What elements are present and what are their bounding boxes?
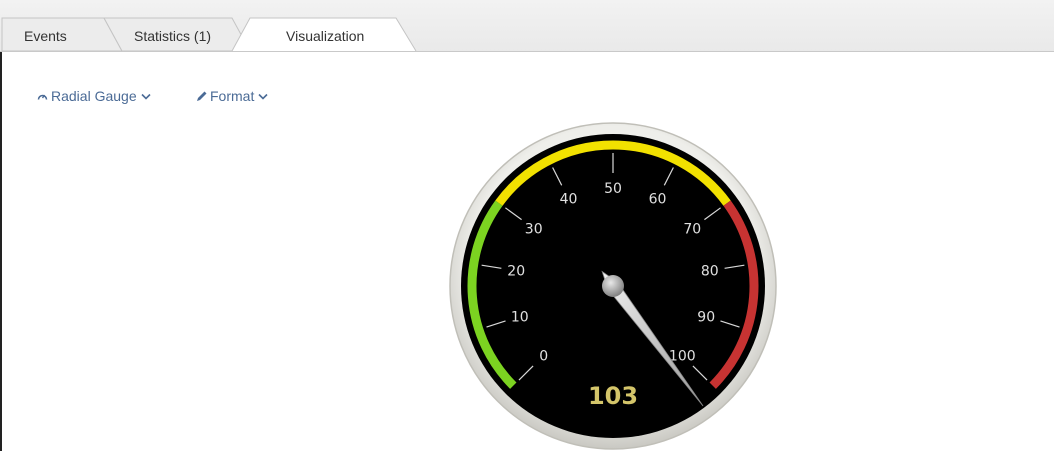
tab-events[interactable]: Events bbox=[24, 28, 67, 44]
viz-type-dropdown[interactable]: Radial Gauge bbox=[37, 88, 151, 104]
gauge-tick-label-60: 60 bbox=[649, 192, 667, 208]
chevron-down-icon bbox=[258, 93, 268, 100]
tab-bar bbox=[0, 0, 1054, 52]
tab-bar-divider bbox=[0, 51, 1054, 52]
format-label: Format bbox=[210, 88, 255, 104]
tab-shapes bbox=[1, 17, 417, 52]
gauge-tick-label-90: 90 bbox=[697, 309, 715, 325]
gauge-tick-label-20: 20 bbox=[507, 264, 525, 280]
gauge-tick-label-0: 0 bbox=[539, 348, 548, 364]
gauge-icon bbox=[37, 91, 48, 101]
chevron-down-icon bbox=[141, 93, 151, 100]
pencil-icon bbox=[196, 91, 207, 102]
tab-visualization[interactable]: Visualization bbox=[286, 28, 364, 44]
gauge-value-readout: 103 bbox=[588, 382, 638, 410]
gauge-tick-label-30: 30 bbox=[525, 221, 543, 237]
format-dropdown[interactable]: Format bbox=[196, 88, 268, 104]
gauge-tick-label-50: 50 bbox=[604, 181, 622, 197]
gauge-tick-label-40: 40 bbox=[560, 192, 578, 208]
gauge-tick-label-80: 80 bbox=[701, 264, 719, 280]
gauge-svg: 0102030405060708090100 103 bbox=[449, 122, 777, 450]
gauge-needle-hub bbox=[602, 275, 624, 297]
tab-statistics[interactable]: Statistics (1) bbox=[134, 28, 211, 44]
gauge-tick-label-70: 70 bbox=[683, 221, 701, 237]
viz-type-label: Radial Gauge bbox=[51, 88, 137, 104]
gauge-tick-label-10: 10 bbox=[511, 309, 529, 325]
radial-gauge: 0 10 20 30 40 50 60 70 80 90 100 103 bbox=[448, 122, 778, 456]
